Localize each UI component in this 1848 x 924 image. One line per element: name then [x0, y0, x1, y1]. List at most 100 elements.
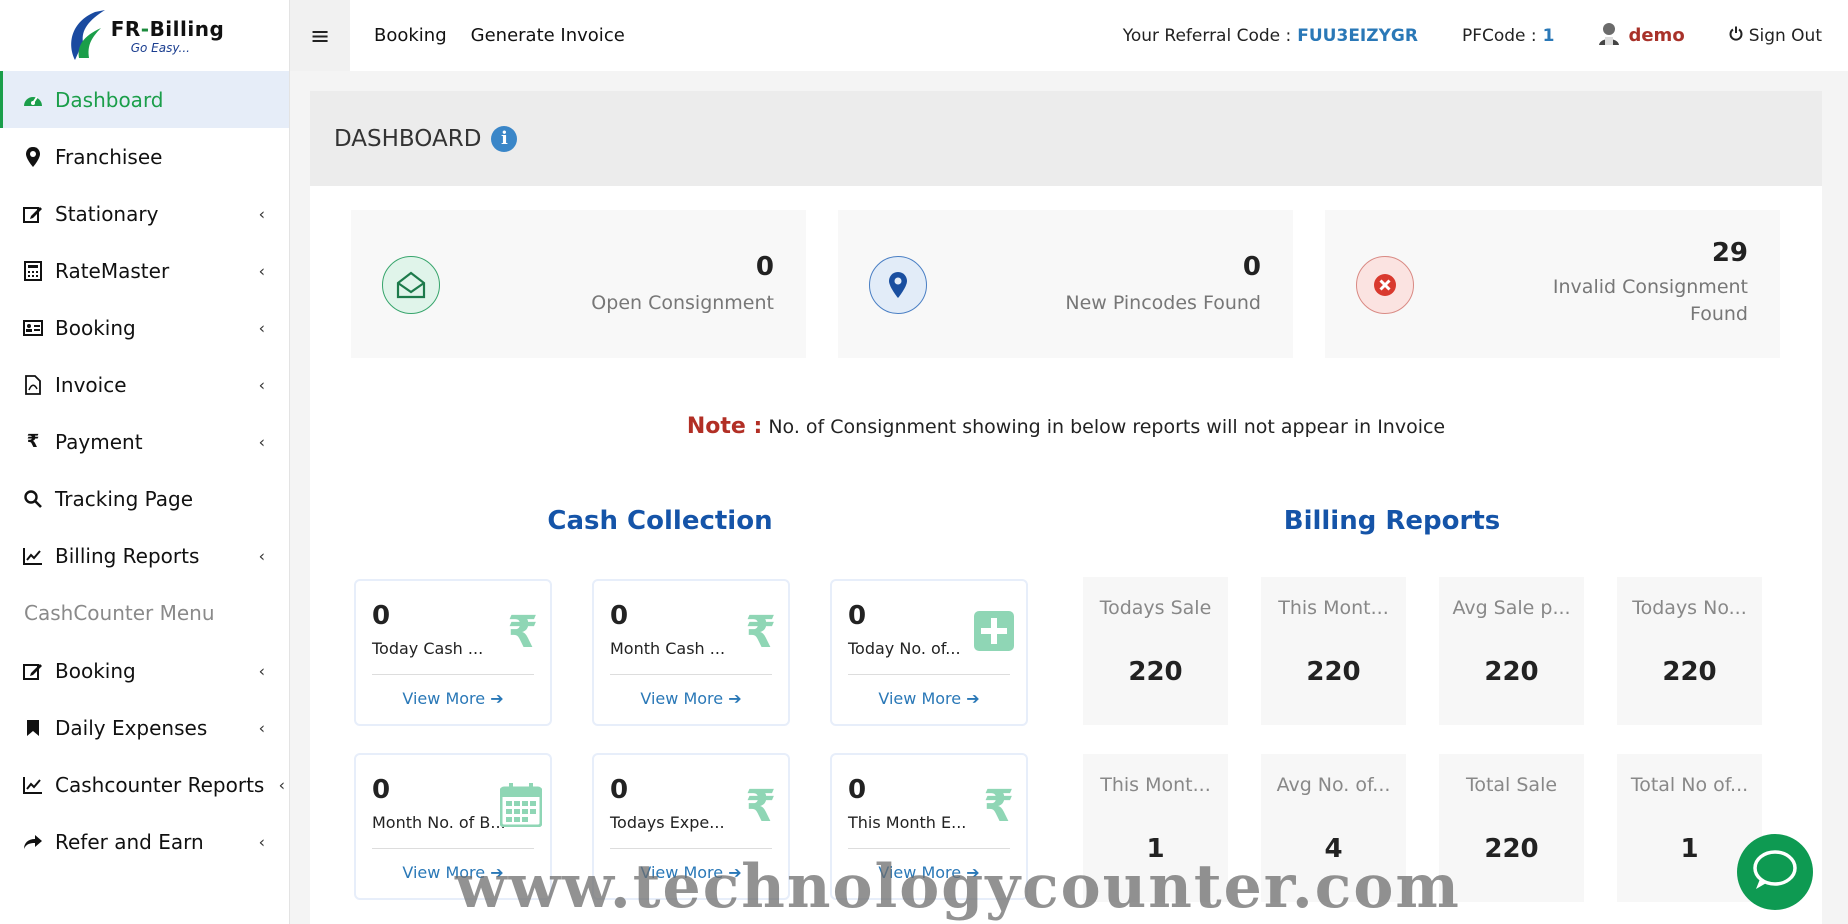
billing-card[interactable]: Todays Sale 220: [1083, 577, 1228, 725]
sidebar-item-cashcounter-reports[interactable]: Cashcounter Reports ‹: [0, 756, 289, 813]
share-icon: [22, 831, 44, 853]
chevron-left-icon: ‹: [258, 832, 265, 851]
sidebar-item-stationary[interactable]: Stationary ‹: [0, 185, 289, 242]
brand-tagline: Go Easy...: [130, 40, 190, 55]
view-more-link[interactable]: View More ➔: [832, 689, 1026, 708]
sidebar-item-daily-expenses[interactable]: Daily Expenses ‹: [0, 699, 289, 756]
bookmark-icon: [22, 717, 44, 739]
watermark-text: www.technologycounter.com: [455, 852, 1461, 922]
sidebar-item-label: Cashcounter Reports: [55, 772, 265, 797]
billing-card-value: 220: [1306, 657, 1361, 687]
calendar-icon: [499, 783, 543, 838]
line-chart-icon: [22, 774, 44, 796]
chevron-left-icon: ‹: [258, 375, 265, 394]
chat-button[interactable]: [1737, 834, 1813, 910]
stat-label: Open Consignment: [591, 292, 774, 314]
top-link-generate-invoice[interactable]: Generate Invoice: [471, 25, 625, 46]
rupee-icon: ₹: [26, 431, 40, 452]
sidebar-item-label: Dashboard: [55, 87, 164, 112]
sidebar-item-payment[interactable]: ₹ Payment ‹: [0, 413, 289, 470]
sidebar-item-label: Refer and Earn: [55, 829, 204, 854]
chevron-left-icon: ‹: [258, 318, 265, 337]
sidebar-item-label: Stationary: [55, 201, 159, 226]
plus-square-icon: [974, 611, 1014, 662]
note-message: No. of Consignment showing in below repo…: [768, 416, 1446, 438]
hamburger-menu-icon[interactable]: ≡: [290, 0, 350, 71]
sidebar: FR-Billing Go Easy... Dashboard Franchis…: [0, 0, 290, 924]
billing-card[interactable]: Avg Sale p... 220: [1439, 577, 1584, 725]
billing-card-label: Total Sale: [1465, 774, 1558, 796]
rupee-icon: ₹: [983, 781, 1014, 832]
rupee-icon: ₹: [507, 607, 538, 658]
billing-card-label: Todays Sale: [1099, 597, 1212, 619]
referral-code-value: FUU3EIZYGR: [1297, 25, 1418, 46]
billing-card-value: 220: [1484, 657, 1539, 687]
divider: [372, 848, 534, 849]
stat-card-new-pincodes[interactable]: 0 New Pincodes Found: [838, 210, 1293, 358]
sidebar-item-label: Franchisee: [55, 144, 163, 169]
sidebar-item-invoice[interactable]: Invoice ‹: [0, 356, 289, 413]
sidebar-item-dashboard[interactable]: Dashboard: [0, 71, 289, 128]
id-card-icon: [22, 317, 44, 339]
cash-card-value: 0: [372, 601, 391, 631]
stat-label: Invalid Consignment Found: [1553, 274, 1748, 328]
map-marker-icon: [869, 256, 927, 314]
view-more-label: View More: [640, 689, 724, 708]
line-chart-icon: [22, 545, 44, 567]
stat-value: 0: [1242, 252, 1261, 282]
sidebar-item-label: Billing Reports: [55, 543, 200, 568]
sidebar-item-label: Tracking Page: [55, 486, 194, 511]
divider: [848, 848, 1010, 849]
chevron-left-icon: ‹: [258, 261, 265, 280]
stat-card-invalid-consignment[interactable]: 29 Invalid Consignment Found: [1325, 210, 1780, 358]
stat-label: New Pincodes Found: [1065, 292, 1261, 314]
cash-card-label: Month No. of B...: [372, 813, 506, 832]
pfcode-label: PFCode :: [1461, 25, 1537, 46]
cash-card-label: Month Cash ...: [610, 639, 726, 658]
divider: [848, 674, 1010, 675]
cash-card-today-no: 0 Today No. of... View More ➔: [830, 579, 1028, 726]
chevron-left-icon: ‹: [258, 204, 265, 223]
brand-logo[interactable]: FR-Billing Go Easy...: [0, 0, 289, 71]
sidebar-item-ratemaster[interactable]: RateMaster ‹: [0, 242, 289, 299]
sign-out-button[interactable]: Sign Out: [1729, 26, 1822, 46]
cash-card-value: 0: [848, 775, 867, 805]
chevron-left-icon: ‹: [258, 432, 265, 451]
page-header: DASHBOARD i: [310, 91, 1822, 186]
chevron-left-icon: ‹: [258, 718, 265, 737]
billing-card-label: Todays No...: [1632, 597, 1747, 619]
chat-bubble-icon: [1752, 849, 1798, 895]
info-icon[interactable]: i: [491, 125, 518, 152]
note-label: Note :: [686, 414, 763, 439]
top-link-booking[interactable]: Booking: [374, 25, 447, 46]
stat-label-line: Found: [1689, 303, 1748, 325]
cash-card-today-cash: 0 Today Cash ... ₹ View More ➔: [354, 579, 552, 726]
view-more-link[interactable]: View More ➔: [594, 689, 788, 708]
sidebar-item-franchisee[interactable]: Franchisee: [0, 128, 289, 185]
chevron-left-icon: ‹: [258, 546, 265, 565]
arrow-right-icon: ➔: [966, 689, 980, 708]
stat-value: 0: [755, 252, 774, 282]
chevron-left-icon: ‹: [258, 661, 265, 680]
calculator-icon: [22, 260, 44, 282]
view-more-link[interactable]: View More ➔: [356, 689, 550, 708]
sidebar-item-label: Booking: [55, 658, 136, 683]
billing-card[interactable]: Todays No... 220: [1617, 577, 1762, 725]
sidebar-item-refer-and-earn[interactable]: Refer and Earn ‹: [0, 813, 289, 870]
sidebar-item-billing-reports[interactable]: Billing Reports ‹: [0, 527, 289, 584]
sidebar-item-label: Payment: [55, 429, 143, 454]
user-menu[interactable]: demo: [1598, 21, 1685, 50]
cash-card-label: This Month E...: [848, 813, 967, 832]
cash-card-label: Todays Expe...: [610, 813, 725, 832]
billing-card-label: Avg Sale p...: [1452, 597, 1571, 619]
billing-reports-title: Billing Reports: [1283, 506, 1501, 536]
sidebar-item-cash-booking[interactable]: Booking ‹: [0, 642, 289, 699]
billing-card-value: 220: [1662, 657, 1717, 687]
brand-title-left: FR: [110, 16, 141, 41]
sidebar-item-booking[interactable]: Booking ‹: [0, 299, 289, 356]
stat-card-open-consignment[interactable]: 0 Open Consignment: [351, 210, 806, 358]
sidebar-item-tracking-page[interactable]: Tracking Page: [0, 470, 289, 527]
billing-card[interactable]: This Mont... 220: [1261, 577, 1406, 725]
cashcounter-menu-heading: CashCounter Menu: [24, 601, 215, 625]
stat-value: 29: [1711, 238, 1748, 268]
